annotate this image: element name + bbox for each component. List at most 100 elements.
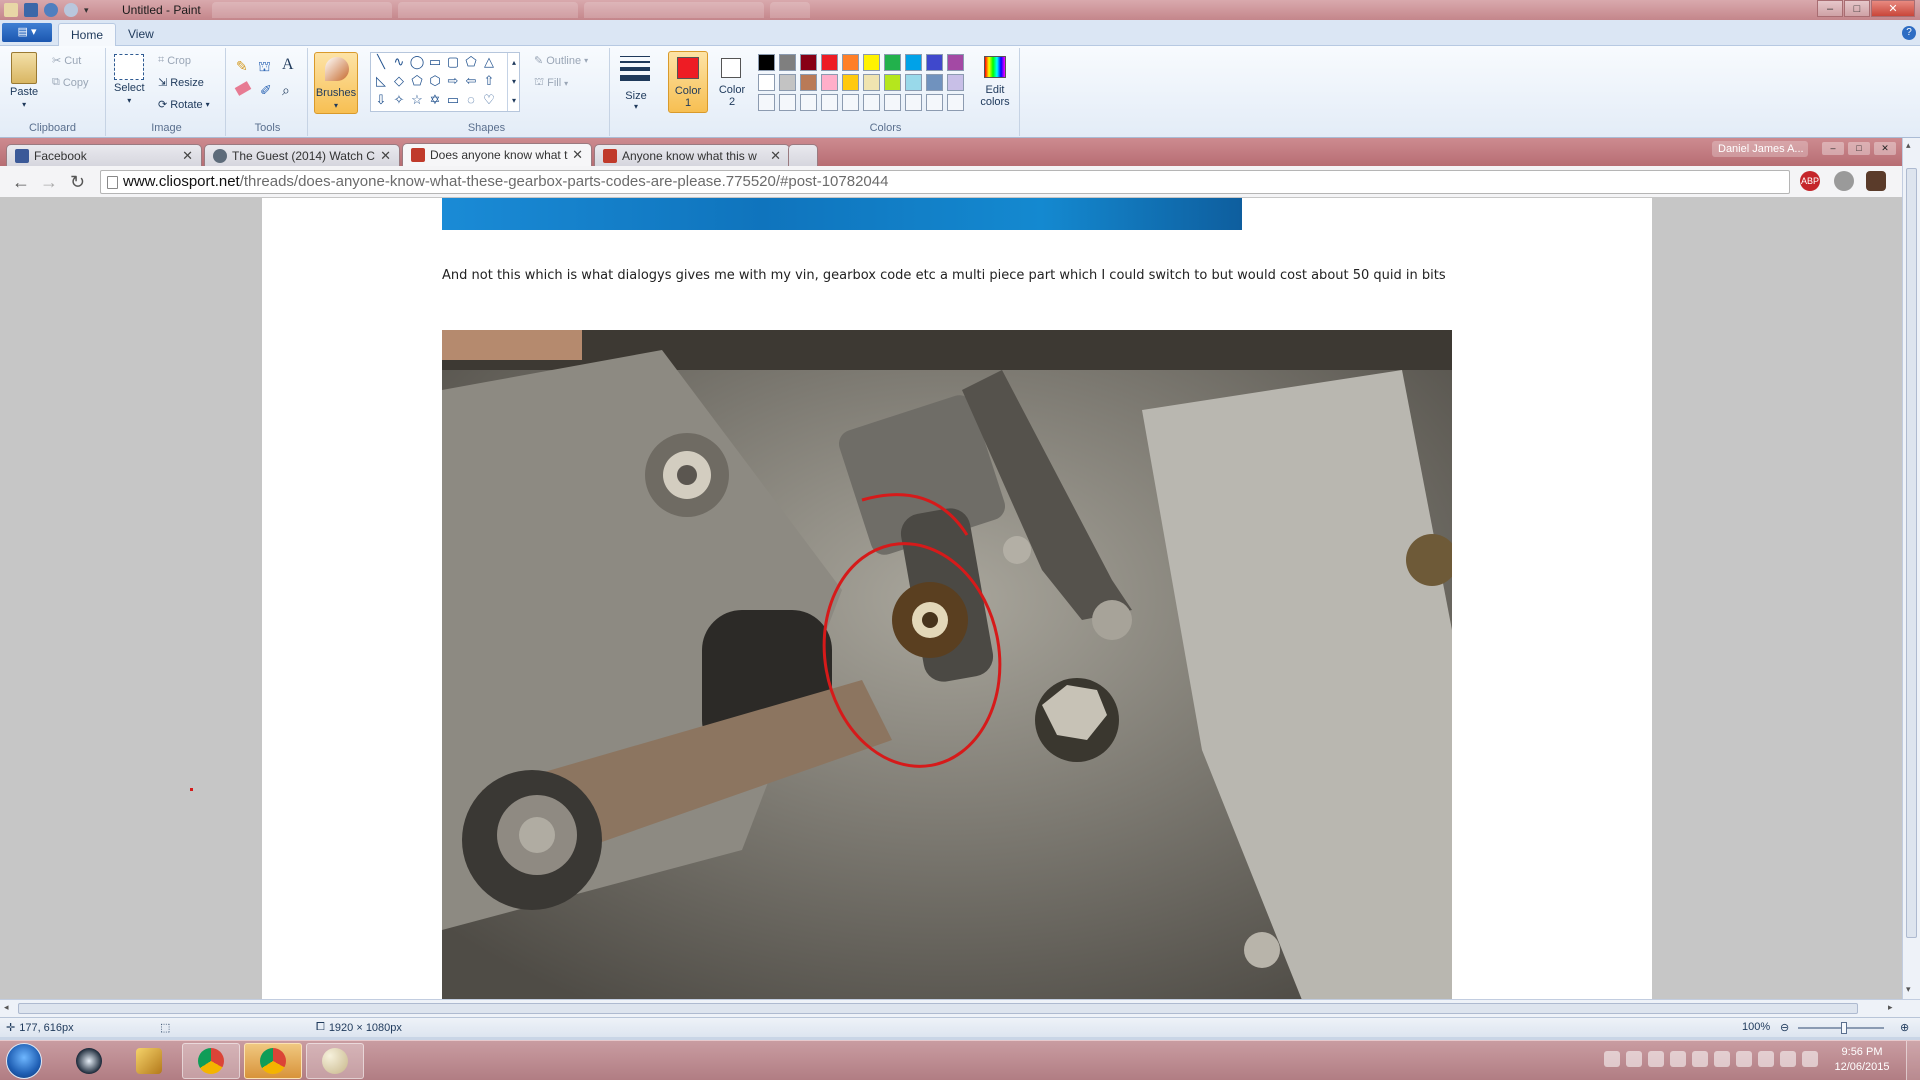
right-arrow-shape-icon[interactable]: ⇨ <box>445 73 461 89</box>
callout-oval-shape-icon[interactable]: ◌ <box>463 92 479 108</box>
browser-close-button[interactable]: ✕ <box>1874 142 1896 155</box>
taskbar-chrome-window[interactable] <box>244 1043 302 1079</box>
system-clock[interactable]: 9:56 PM 12/06/2015 <box>1830 1045 1894 1075</box>
minimize-button[interactable]: – <box>1817 0 1843 17</box>
zoom-slider-thumb[interactable] <box>1841 1022 1847 1034</box>
right-triangle-shape-icon[interactable]: ◺ <box>373 73 389 89</box>
tray-icon[interactable] <box>1714 1051 1730 1067</box>
windows-flag-tray-icon[interactable] <box>1604 1051 1620 1067</box>
polygon-shape-icon[interactable]: ⬠ <box>463 54 479 70</box>
palette-color-swatch[interactable] <box>905 74 922 91</box>
paint-canvas-area[interactable]: Facebook ✕ The Guest (2014) Watch C ✕ Do… <box>0 138 1920 1000</box>
rounded-rectangle-shape-icon[interactable]: ▢ <box>445 54 461 70</box>
pentagon-shape-icon[interactable]: ⬠ <box>409 73 425 89</box>
palette-empty-swatch[interactable] <box>884 94 901 111</box>
curve-shape-icon[interactable]: ∿ <box>391 54 407 70</box>
palette-color-swatch[interactable] <box>758 54 775 71</box>
brushes-button[interactable]: Brushes ▾ <box>314 52 358 114</box>
size-group[interactable]: Size ▾ <box>612 48 660 136</box>
close-button[interactable]: ✕ <box>1871 0 1915 17</box>
heart-shape-icon[interactable]: ♡ <box>481 92 497 108</box>
down-arrow-shape-icon[interactable]: ⇩ <box>373 92 389 108</box>
four-point-star-shape-icon[interactable]: ✧ <box>391 92 407 108</box>
up-arrow-shape-icon[interactable]: ⇧ <box>481 73 497 89</box>
color-picker-tool[interactable]: ✐ <box>260 82 272 99</box>
paste-button[interactable]: Paste ▾ <box>10 52 38 109</box>
palette-color-swatch[interactable] <box>884 74 901 91</box>
tab-view[interactable]: View <box>116 23 166 46</box>
diamond-shape-icon[interactable]: ◇ <box>391 73 407 89</box>
gearbox-photo[interactable] <box>442 330 1452 999</box>
six-point-star-shape-icon[interactable]: ✡ <box>427 92 443 108</box>
close-tab-icon[interactable]: ✕ <box>572 147 583 163</box>
palette-empty-swatch[interactable] <box>947 94 964 111</box>
maximize-button[interactable]: □ <box>1844 0 1870 17</box>
network-icon[interactable] <box>1780 1051 1796 1067</box>
outline-button[interactable]: ✎ Outline ▾ <box>534 54 588 68</box>
close-tab-icon[interactable]: ✕ <box>380 148 391 164</box>
callout-rect-shape-icon[interactable]: ▭ <box>445 92 461 108</box>
rectangle-shape-icon[interactable]: ▭ <box>427 54 443 70</box>
palette-color-swatch[interactable] <box>947 74 964 91</box>
tray-icon[interactable] <box>1670 1051 1686 1067</box>
zoom-in-icon[interactable]: ⊕ <box>1900 1021 1909 1034</box>
browser-maximize-button[interactable]: □ <box>1848 142 1870 155</box>
scroll-right-icon[interactable]: ▸ <box>1888 1002 1893 1013</box>
rotate-button[interactable]: ⟳ Rotate ▾ <box>158 98 210 112</box>
hexagon-shape-icon[interactable]: ⬡ <box>427 73 443 89</box>
browser-tab[interactable]: The Guest (2014) Watch C ✕ <box>204 144 400 166</box>
palette-color-swatch[interactable] <box>842 54 859 71</box>
fill-button[interactable]: ⛫ Fill ▾ <box>534 76 568 90</box>
paint-menu-button[interactable]: ▤ ▾ <box>2 23 52 42</box>
address-bar[interactable]: www.cliosport.net/threads/does-anyone-kn… <box>100 170 1886 194</box>
palette-empty-swatch[interactable] <box>905 94 922 111</box>
line-shape-icon[interactable]: ╲ <box>373 54 389 70</box>
undo-icon[interactable] <box>44 3 58 17</box>
palette-empty-swatch[interactable] <box>863 94 880 111</box>
gallery-scroll[interactable]: ▴ ▾ ▾ <box>507 53 520 111</box>
taskbar-steam[interactable] <box>60 1043 118 1079</box>
crop-button[interactable]: ⌗ Crop <box>158 54 191 67</box>
text-tool[interactable]: A <box>282 56 294 74</box>
triangle-shape-icon[interactable]: △ <box>481 54 497 70</box>
save-icon[interactable] <box>24 3 38 17</box>
taskbar-paint[interactable] <box>306 1043 364 1079</box>
resize-button[interactable]: ⇲ Resize <box>158 76 204 90</box>
magnifier-tool[interactable]: ⌕ <box>282 82 290 99</box>
five-point-star-shape-icon[interactable]: ☆ <box>409 92 425 108</box>
palette-empty-swatch[interactable] <box>758 94 775 111</box>
palette-color-swatch[interactable] <box>800 74 817 91</box>
color1-button[interactable]: Color 1 <box>668 51 708 113</box>
scroll-up-icon[interactable]: ▴ <box>1906 140 1911 151</box>
shapes-gallery[interactable]: ╲ ∿ ◯ ▭ ▢ ⬠ △ ◺ ◇ ⬠ ⬡ ⇨ ⇦ ⇧ ⇩ ✧ ☆ ✡ ▭ ◌ … <box>370 52 520 112</box>
start-button[interactable] <box>6 1043 42 1079</box>
close-tab-icon[interactable]: ✕ <box>770 148 781 164</box>
palette-empty-swatch[interactable] <box>926 94 943 111</box>
tab-home[interactable]: Home <box>58 23 117 46</box>
palette-empty-swatch[interactable] <box>821 94 838 111</box>
left-arrow-shape-icon[interactable]: ⇦ <box>463 73 479 89</box>
eraser-tool[interactable] <box>234 81 252 96</box>
taskbar-app[interactable] <box>120 1043 178 1079</box>
chrome-tray-icon[interactable] <box>1648 1051 1664 1067</box>
vertical-scroll-thumb[interactable] <box>1906 168 1917 938</box>
select-button[interactable]: Select ▾ <box>114 54 145 105</box>
close-tab-icon[interactable]: ✕ <box>182 148 193 164</box>
adblock-plus-icon[interactable]: ABP <box>1800 171 1820 191</box>
palette-color-swatch[interactable] <box>863 54 880 71</box>
cut-button[interactable]: ✂ Cut <box>52 54 81 68</box>
edit-colors-button[interactable]: Edit colors <box>976 54 1014 114</box>
browser-tab-active[interactable]: Does anyone know what t ✕ <box>402 143 592 166</box>
scroll-left-icon[interactable]: ◂ <box>4 1002 9 1013</box>
palette-color-swatch[interactable] <box>821 54 838 71</box>
vertical-scrollbar[interactable]: ▴ ▾ <box>1902 138 1920 999</box>
scroll-down-icon[interactable]: ▾ <box>1906 984 1911 995</box>
new-tab-button[interactable] <box>788 144 818 166</box>
taskbar-chrome[interactable] <box>182 1043 240 1079</box>
palette-color-swatch[interactable] <box>842 74 859 91</box>
palette-color-swatch[interactable] <box>926 54 943 71</box>
redo-icon[interactable] <box>64 3 78 17</box>
browser-tab[interactable]: Facebook ✕ <box>6 144 202 166</box>
oval-shape-icon[interactable]: ◯ <box>409 54 425 70</box>
pasted-browser-screenshot[interactable]: Facebook ✕ The Guest (2014) Watch C ✕ Do… <box>0 138 1902 999</box>
